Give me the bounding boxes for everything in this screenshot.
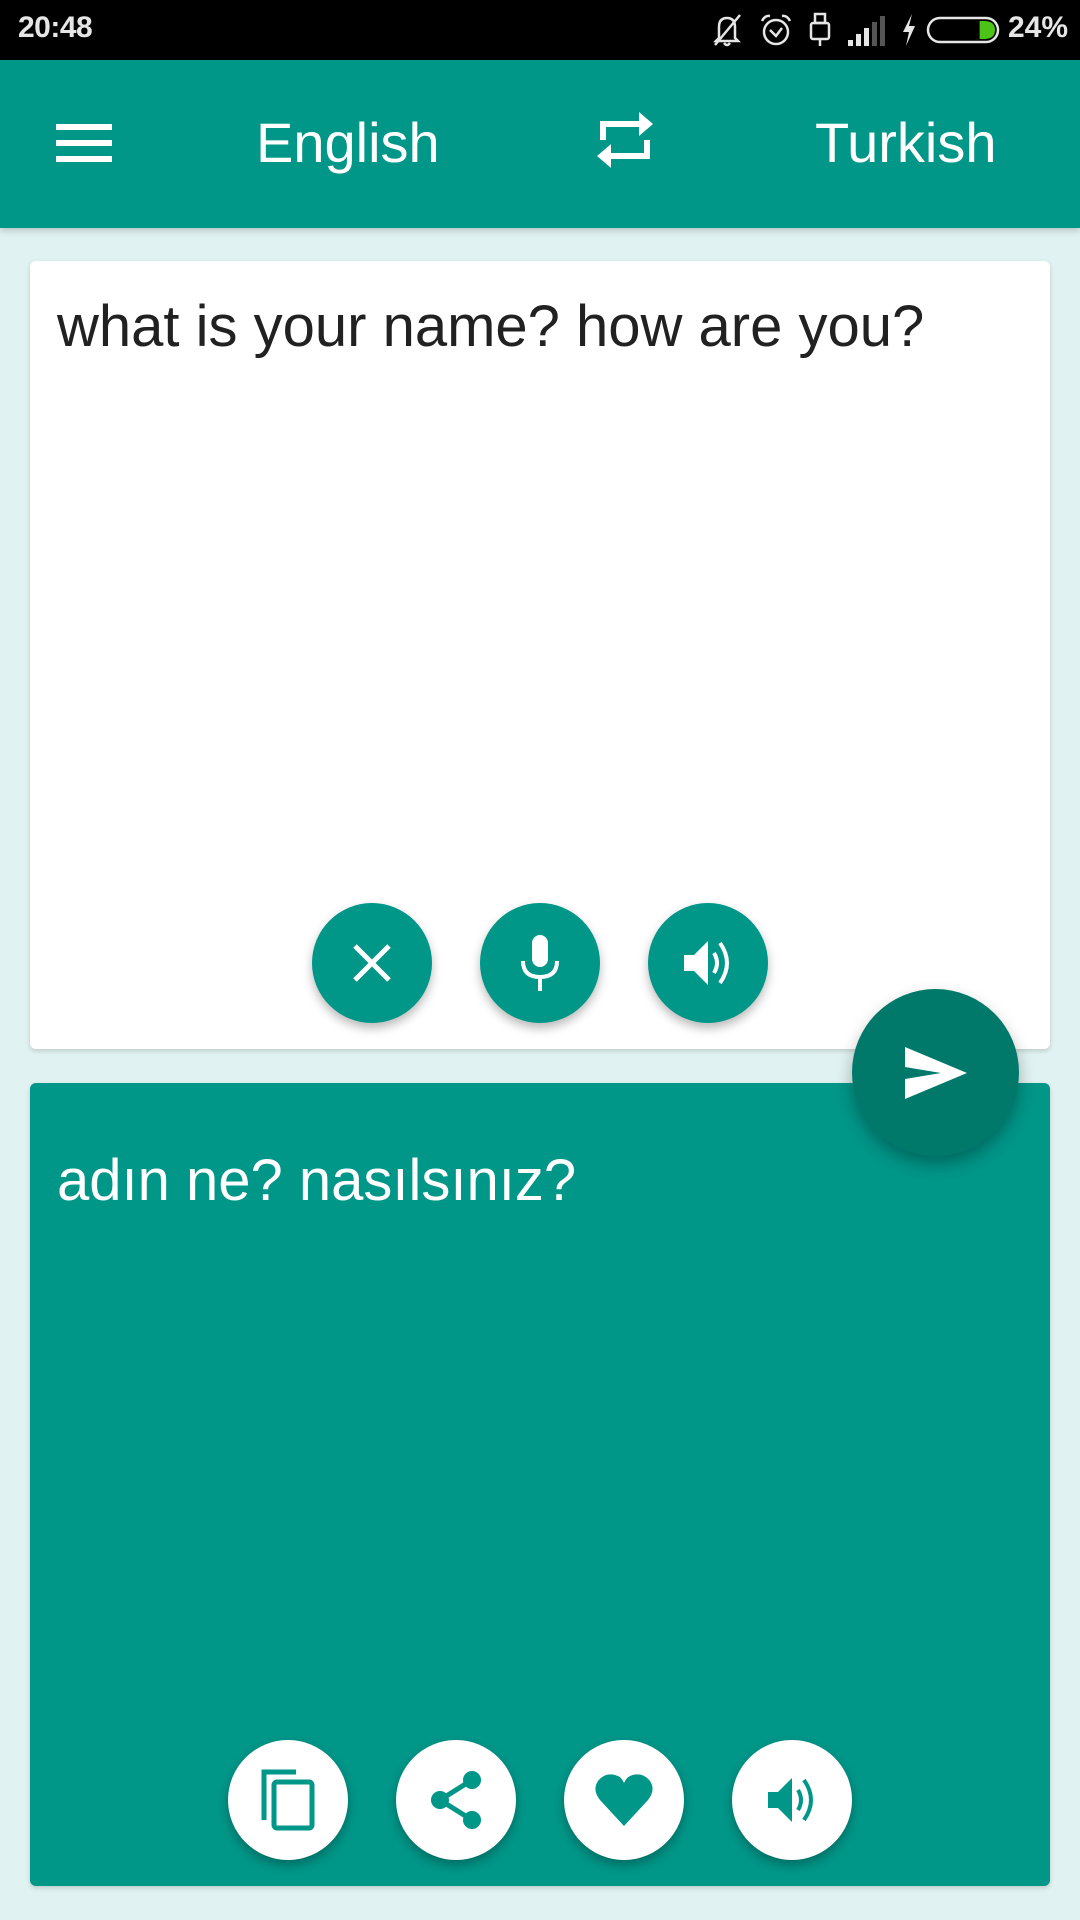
input-card: what is your name? how are you? — [30, 261, 1050, 1049]
speaker-icon — [684, 941, 729, 985]
share-icon — [431, 1771, 481, 1829]
alarm-icon — [760, 14, 792, 46]
share-button[interactable] — [396, 1740, 516, 1860]
close-icon — [353, 944, 391, 982]
translate-button[interactable] — [852, 989, 1019, 1156]
translated-text: adın ne? nasılsınız? — [57, 1148, 577, 1213]
heart-icon — [595, 1774, 653, 1826]
source-text-input[interactable]: what is your name? how are you? — [57, 291, 1017, 363]
clear-button[interactable] — [312, 903, 432, 1023]
source-language-selector[interactable]: English — [256, 108, 440, 178]
speaker-icon — [768, 1778, 813, 1822]
usb-icon — [809, 12, 831, 46]
swap-languages-button[interactable] — [585, 100, 665, 180]
send-icon — [904, 1046, 967, 1099]
battery-icon — [926, 16, 1000, 44]
output-card: adın ne? nasılsınız? — [30, 1083, 1050, 1886]
target-language-selector[interactable]: Turkish — [815, 108, 997, 178]
copy-icon — [261, 1769, 315, 1831]
signal-icon — [848, 16, 885, 46]
menu-button[interactable] — [40, 96, 130, 186]
status-time: 20:48 — [18, 11, 93, 44]
copy-button[interactable] — [228, 1740, 348, 1860]
voice-input-button[interactable] — [480, 903, 600, 1023]
favorite-button[interactable] — [564, 1740, 684, 1860]
battery-percent: 24% — [1008, 11, 1069, 44]
notifications-muted-icon — [712, 14, 742, 47]
app-bar: English Turkish — [0, 60, 1080, 228]
speak-source-button[interactable] — [648, 903, 768, 1023]
microphone-icon — [521, 935, 559, 991]
swap-languages-icon — [597, 112, 653, 168]
speak-translation-button[interactable] — [732, 1740, 852, 1860]
charging-bolt-icon — [903, 14, 915, 46]
status-bar: 20:48 24% — [0, 0, 1080, 60]
